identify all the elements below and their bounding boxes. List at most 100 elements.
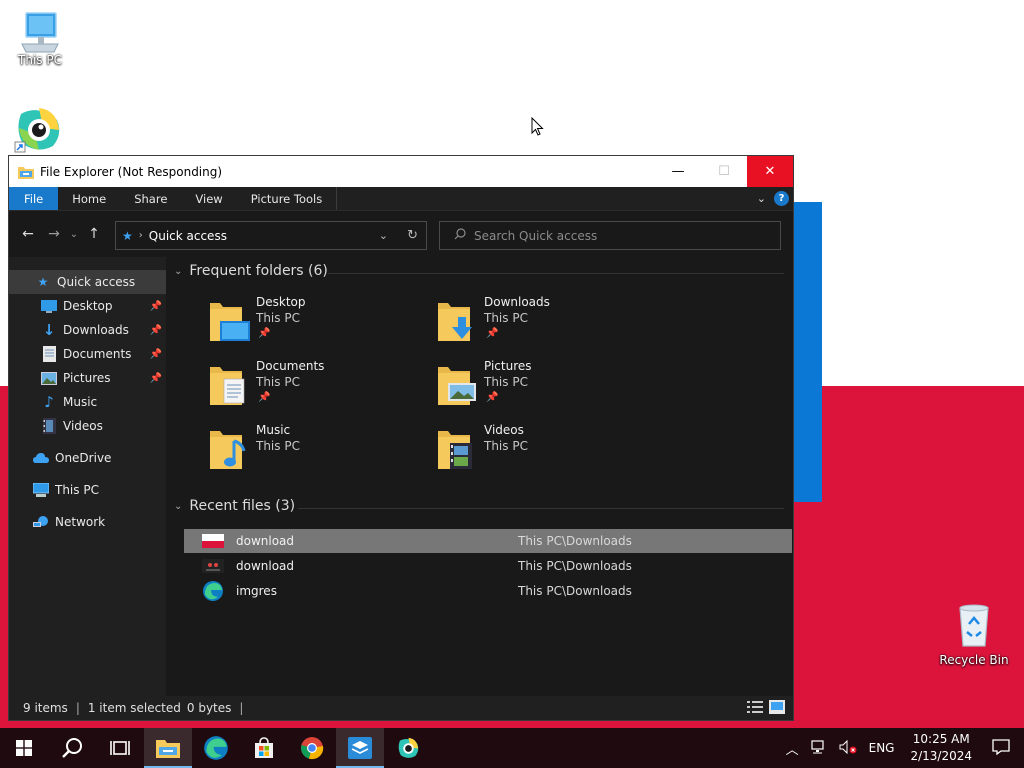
- taskbar: ︿ ENG 10:25 AM 2/13/2024: [0, 728, 1024, 768]
- folder-tile-desktop[interactable]: Desktop This PC 📌: [210, 295, 430, 355]
- back-arrow-icon[interactable]: ←: [15, 226, 41, 242]
- store-icon: [255, 737, 273, 758]
- folder-location: This PC: [484, 311, 528, 325]
- sidebar-item-this-pc[interactable]: This PC: [9, 478, 166, 502]
- tab-picture-tools[interactable]: Picture Tools: [237, 187, 338, 210]
- folder-tile-pictures[interactable]: Pictures This PC 📌: [438, 359, 658, 419]
- taskbar-chrome[interactable]: [288, 728, 336, 768]
- desktop-icon-recycle-bin[interactable]: Recycle Bin: [934, 602, 1014, 667]
- search-input[interactable]: [474, 228, 754, 243]
- title-bar[interactable]: File Explorer (Not Responding) — ☐ ✕: [9, 156, 793, 187]
- taskbar-app-box[interactable]: [336, 728, 384, 768]
- show-hidden-icons-chevron-icon[interactable]: ︿: [786, 739, 799, 758]
- details-view-icon[interactable]: [747, 700, 763, 717]
- star-icon: ★: [37, 275, 49, 289]
- app-box-icon: [348, 737, 372, 759]
- navigation-bar: ← → ⌄ ↑ ★ › Quick access ⌄ ↻: [9, 211, 793, 257]
- window-title: File Explorer (Not Responding): [40, 164, 223, 179]
- sidebar-item-label: Documents: [63, 347, 132, 361]
- section-divider: [298, 508, 784, 509]
- taskbar-store[interactable]: [240, 728, 288, 768]
- folder-tile-videos[interactable]: Videos This PC: [438, 423, 658, 483]
- sidebar-item-documents[interactable]: Documents 📌: [9, 342, 166, 366]
- tab-file[interactable]: File: [9, 187, 59, 210]
- taskbar-file-explorer[interactable]: [144, 728, 192, 768]
- clock[interactable]: 10:25 AM 2/13/2024: [910, 731, 972, 765]
- tab-home[interactable]: Home: [58, 187, 120, 210]
- up-arrow-icon[interactable]: ↑: [81, 226, 107, 242]
- tab-share[interactable]: Share: [120, 187, 181, 210]
- breadcrumb-quick-access[interactable]: Quick access: [149, 229, 227, 243]
- forward-arrow-icon[interactable]: →: [41, 226, 67, 242]
- start-button[interactable]: [0, 728, 48, 768]
- recent-files-header[interactable]: ⌄ Recent files (3): [174, 498, 295, 514]
- input-language[interactable]: ENG: [869, 741, 895, 755]
- pin-icon: 📌: [486, 392, 499, 403]
- eye-app-icon: [14, 108, 60, 153]
- desktop-icon-app-shortcut[interactable]: [0, 104, 76, 157]
- clock-time: 10:25 AM: [912, 732, 970, 746]
- navigation-pane: ★ Quick access Desktop 📌 ↓ Downloads 📌 D…: [9, 257, 166, 697]
- address-dropdown-chevron-icon[interactable]: ⌄: [379, 229, 388, 242]
- minimize-icon: —: [671, 164, 685, 179]
- sidebar-item-desktop[interactable]: Desktop 📌: [9, 294, 166, 318]
- tab-view[interactable]: View: [181, 187, 236, 210]
- recent-file-row[interactable]: download This PC\Downloads: [184, 529, 792, 553]
- taskbar-edge[interactable]: [192, 728, 240, 768]
- sidebar-item-label: Network: [55, 515, 106, 529]
- desktop-icon-this-pc[interactable]: This PC: [0, 10, 80, 67]
- sidebar-item-onedrive[interactable]: OneDrive: [9, 446, 166, 470]
- sidebar-item-pictures[interactable]: Pictures 📌: [9, 366, 166, 390]
- recent-file-row[interactable]: download This PC\Downloads: [184, 554, 792, 578]
- pin-icon: 📌: [258, 392, 271, 403]
- documents-folder-icon: [210, 367, 245, 405]
- pin-icon: 📌: [149, 300, 162, 312]
- collapse-chevron-icon: ⌄: [174, 265, 183, 277]
- close-button[interactable]: ✕: [747, 156, 793, 187]
- search-box[interactable]: [439, 221, 781, 250]
- recent-file-row[interactable]: imgres This PC\Downloads: [184, 579, 792, 603]
- recent-files-title: Recent files (3): [189, 498, 296, 514]
- eye-app-icon: [398, 737, 419, 758]
- search-icon: [62, 738, 82, 758]
- search-button[interactable]: [48, 728, 96, 768]
- folder-tile-downloads[interactable]: Downloads This PC 📌: [438, 295, 658, 355]
- task-view-icon: [110, 741, 130, 755]
- sidebar-item-music[interactable]: ♪ Music: [9, 390, 166, 414]
- address-bar[interactable]: ★ › Quick access ⌄ ↻: [115, 221, 427, 250]
- folder-tile-documents[interactable]: Documents This PC 📌: [210, 359, 430, 419]
- folder-tile-music[interactable]: Music This PC: [210, 423, 430, 483]
- help-icon[interactable]: ?: [774, 191, 789, 206]
- edge-browser-icon: [204, 736, 228, 760]
- sidebar-item-network[interactable]: Network: [9, 510, 166, 534]
- sidebar-item-videos[interactable]: Videos: [9, 414, 166, 438]
- file-name: imgres: [236, 584, 277, 598]
- frequent-folders-header[interactable]: ⌄ Frequent folders (6): [174, 263, 328, 279]
- expand-ribbon-chevron-icon[interactable]: ⌄: [757, 192, 766, 205]
- sidebar-item-label: Quick access: [57, 275, 136, 289]
- network-status-icon[interactable]: [811, 739, 827, 757]
- file-path: This PC\Downloads: [518, 534, 632, 548]
- sidebar-item-quick-access[interactable]: ★ Quick access: [9, 270, 166, 294]
- taskbar-eye-app[interactable]: [384, 728, 432, 768]
- recent-locations-chevron-icon[interactable]: ⌄: [67, 229, 81, 240]
- minimize-button[interactable]: —: [655, 156, 701, 187]
- selection-size: 0 bytes: [186, 701, 232, 715]
- task-view-button[interactable]: [96, 728, 144, 768]
- download-arrow-icon: ↓: [42, 321, 56, 339]
- pictures-folder-icon: [438, 367, 476, 405]
- maximize-button[interactable]: ☐: [701, 156, 747, 187]
- section-divider: [328, 273, 784, 274]
- sidebar-item-downloads[interactable]: ↓ Downloads 📌: [9, 318, 166, 342]
- pin-icon: 📌: [258, 328, 271, 339]
- refresh-icon[interactable]: ↻: [407, 228, 418, 243]
- large-icons-view-icon[interactable]: [769, 700, 785, 717]
- search-icon: [454, 228, 466, 243]
- breadcrumb-separator-icon: ›: [138, 230, 143, 241]
- volume-muted-icon[interactable]: [839, 739, 857, 757]
- file-path: This PC\Downloads: [518, 584, 632, 598]
- status-separator: |: [75, 701, 80, 715]
- sidebar-item-label: Downloads: [63, 323, 129, 337]
- quick-access-star-icon: ★: [122, 228, 133, 243]
- notification-center-icon[interactable]: [992, 738, 1010, 758]
